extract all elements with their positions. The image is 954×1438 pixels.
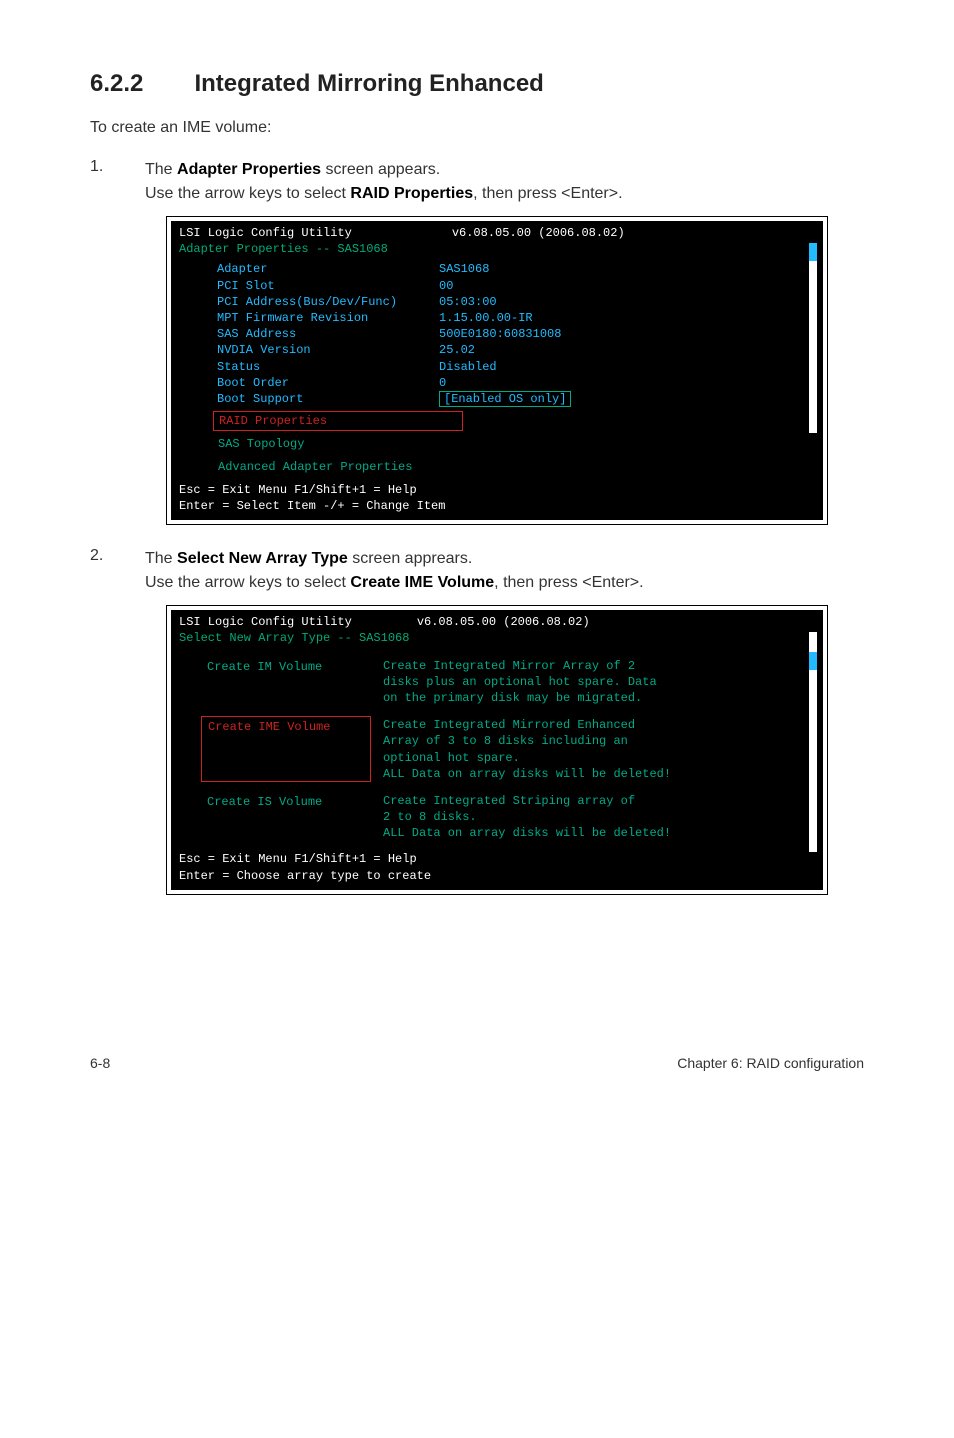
field-value-selected[interactable]: [Enabled OS only]: [439, 391, 571, 407]
bold: RAID Properties: [350, 185, 473, 202]
field-value: 00: [439, 278, 453, 294]
scrollbar: [809, 632, 817, 852]
field-value: SAS1068: [439, 261, 489, 277]
field-row: NVDIA Version25.02: [179, 342, 815, 358]
field-label: MPT Firmware Revision: [179, 310, 439, 326]
bios-title: LSI Logic Config Utility: [179, 225, 352, 241]
text: Use the arrow keys to select: [145, 574, 350, 591]
bios-footer-help: Esc = Exit Menu F1/Shift+1 = Help Enter …: [179, 482, 815, 514]
field-value: 05:03:00: [439, 294, 497, 310]
footer-line: Enter = Choose array type to create: [179, 868, 815, 884]
field-label: PCI Address(Bus/Dev/Func): [179, 294, 439, 310]
menu-item-sas-topology[interactable]: SAS Topology: [213, 435, 463, 453]
option-create-is-volume[interactable]: Create IS Volume Create Integrated Strip…: [179, 792, 815, 842]
field-row: Boot Order0: [179, 375, 815, 391]
footer-line: Enter = Select Item -/+ = Change Item: [179, 498, 815, 514]
scrollbar: [809, 243, 817, 433]
text: , then press <Enter>.: [473, 185, 622, 202]
text: Use the arrow keys to select: [145, 185, 350, 202]
section-number: 6.2.2: [90, 70, 190, 98]
option-label: Create IS Volume: [201, 792, 371, 842]
menu-label: RAID Properties: [213, 411, 463, 431]
bios-version: v6.08.05.00 (2006.08.02): [417, 614, 590, 630]
footer-line: Esc = Exit Menu F1/Shift+1 = Help: [179, 851, 815, 867]
menu-label: SAS Topology: [213, 435, 463, 453]
field-row: PCI Slot00: [179, 278, 815, 294]
bios-screen-adapter-properties: LSI Logic Config Utility v6.08.05.00 (20…: [166, 216, 828, 525]
field-value: 500E0180:60831008: [439, 326, 561, 342]
text: , then press <Enter>.: [494, 574, 643, 591]
text: The: [145, 550, 177, 567]
step-2: 2. The Select New Array Type screen appr…: [90, 547, 864, 595]
bios-body: AdapterSAS1068 PCI Slot00 PCI Address(Bu…: [179, 261, 815, 475]
section-title: Integrated Mirroring Enhanced: [194, 70, 543, 97]
bios-subtitle: Select New Array Type -- SAS1068: [179, 630, 815, 646]
option-desc: Create Integrated Mirror Array of 2 disk…: [383, 658, 815, 707]
field-row: SAS Address500E0180:60831008: [179, 326, 815, 342]
option-create-im-volume[interactable]: Create IM Volume Create Integrated Mirro…: [179, 657, 815, 707]
step-number: 1.: [90, 158, 145, 206]
bold: Select New Array Type: [177, 550, 348, 567]
step-text: The Adapter Properties screen appears. U…: [145, 158, 864, 206]
intro-text: To create an IME volume:: [90, 116, 864, 140]
bios-header: LSI Logic Config Utility v6.08.05.00 (20…: [179, 225, 815, 241]
field-value: 25.02: [439, 342, 475, 358]
field-row: StatusDisabled: [179, 359, 815, 375]
field-label: PCI Slot: [179, 278, 439, 294]
text: screen apprears.: [348, 550, 473, 567]
field-row: MPT Firmware Revision1.15.00.00-IR: [179, 310, 815, 326]
bios-subtitle: Adapter Properties -- SAS1068: [179, 241, 815, 257]
menu-label: Advanced Adapter Properties: [213, 458, 463, 476]
bios-header: LSI Logic Config Utility v6.08.05.00 (20…: [179, 614, 815, 630]
field-label: SAS Address: [179, 326, 439, 342]
field-label: Boot Order: [179, 375, 439, 391]
section-heading: 6.2.2 Integrated Mirroring Enhanced: [90, 70, 864, 98]
step-number: 2.: [90, 547, 145, 595]
page-footer: 6-8 Chapter 6: RAID configuration: [90, 1055, 864, 1071]
text: The: [145, 161, 177, 178]
bios-footer-help: Esc = Exit Menu F1/Shift+1 = Help Enter …: [179, 851, 815, 883]
menu-item-raid-properties[interactable]: RAID Properties: [213, 411, 463, 431]
field-value: 1.15.00.00-IR: [439, 310, 533, 326]
field-row: Boot Support[Enabled OS only]: [179, 391, 815, 407]
menu-item-advanced-adapter[interactable]: Advanced Adapter Properties: [213, 458, 463, 476]
option-desc: Create Integrated Striping array of 2 to…: [383, 793, 815, 842]
footer-line: Esc = Exit Menu F1/Shift+1 = Help: [179, 482, 815, 498]
bold: Create IME Volume: [350, 574, 494, 591]
field-value: Disabled: [439, 359, 497, 375]
field-label: NVDIA Version: [179, 342, 439, 358]
bios-screen-select-array-type: LSI Logic Config Utility v6.08.05.00 (20…: [166, 605, 828, 895]
text: screen appears.: [321, 161, 440, 178]
step-1: 1. The Adapter Properties screen appears…: [90, 158, 864, 206]
chapter-label: Chapter 6: RAID configuration: [677, 1055, 864, 1071]
option-create-ime-volume[interactable]: Create IME Volume Create Integrated Mirr…: [179, 716, 815, 782]
field-row: PCI Address(Bus/Dev/Func)05:03:00: [179, 294, 815, 310]
field-label: Adapter: [179, 261, 439, 277]
field-label: Status: [179, 359, 439, 375]
option-desc: Create Integrated Mirrored Enhanced Arra…: [383, 717, 815, 782]
bold: Adapter Properties: [177, 161, 321, 178]
option-label-selected: Create IME Volume: [201, 716, 371, 782]
field-value: 0: [439, 375, 446, 391]
step-text: The Select New Array Type screen apprear…: [145, 547, 864, 595]
field-label: Boot Support: [179, 391, 439, 407]
bios-version: v6.08.05.00 (2006.08.02): [452, 225, 625, 241]
option-label: Create IM Volume: [201, 657, 371, 707]
bios-title: LSI Logic Config Utility: [179, 614, 352, 630]
field-row: AdapterSAS1068: [179, 261, 815, 277]
page-number: 6-8: [90, 1055, 110, 1071]
